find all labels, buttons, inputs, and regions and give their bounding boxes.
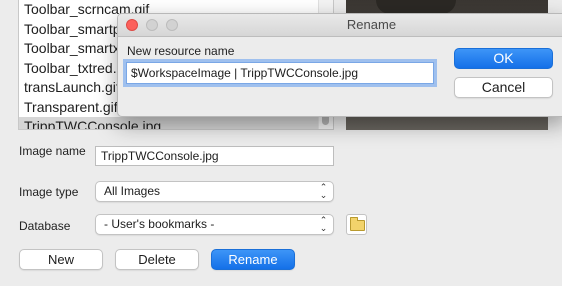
image-name-label: Image name bbox=[19, 144, 86, 158]
browse-folder-button[interactable] bbox=[346, 214, 367, 235]
database-label: Database bbox=[19, 219, 71, 233]
delete-button[interactable]: Delete bbox=[115, 249, 199, 270]
rename-button[interactable]: Rename bbox=[211, 249, 295, 270]
cancel-button[interactable]: Cancel bbox=[454, 77, 553, 98]
new-resource-name-label: New resource name bbox=[127, 44, 235, 58]
popup-arrows-icon: ⌃ ⌄ bbox=[319, 182, 328, 200]
rename-dialog: Rename New resource name $WorkspaceImage… bbox=[117, 13, 562, 117]
ok-button[interactable]: OK bbox=[454, 48, 553, 69]
image-type-label: Image type bbox=[19, 185, 79, 199]
preview-image-detail bbox=[376, 0, 456, 14]
folder-icon bbox=[350, 217, 365, 231]
image-type-value: All Images bbox=[104, 184, 161, 198]
database-value: - User's bookmarks - bbox=[104, 217, 215, 231]
dialog-title: Rename bbox=[346, 17, 397, 32]
new-resource-name-input[interactable]: $WorkspaceImage | TrippTWCConsole.jpg bbox=[126, 62, 434, 84]
list-item-selected[interactable]: TrippTWCConsole.jpg bbox=[19, 117, 333, 129]
image-type-popup[interactable]: All Images ⌃ ⌄ bbox=[95, 181, 334, 202]
dialog-titlebar: Rename bbox=[118, 14, 562, 37]
database-popup[interactable]: - User's bookmarks - ⌃ ⌄ bbox=[95, 214, 334, 235]
popup-arrows-icon: ⌃ ⌄ bbox=[319, 215, 328, 233]
new-button[interactable]: New bbox=[19, 249, 103, 270]
image-name-field[interactable]: TrippTWCConsole.jpg bbox=[95, 146, 334, 166]
